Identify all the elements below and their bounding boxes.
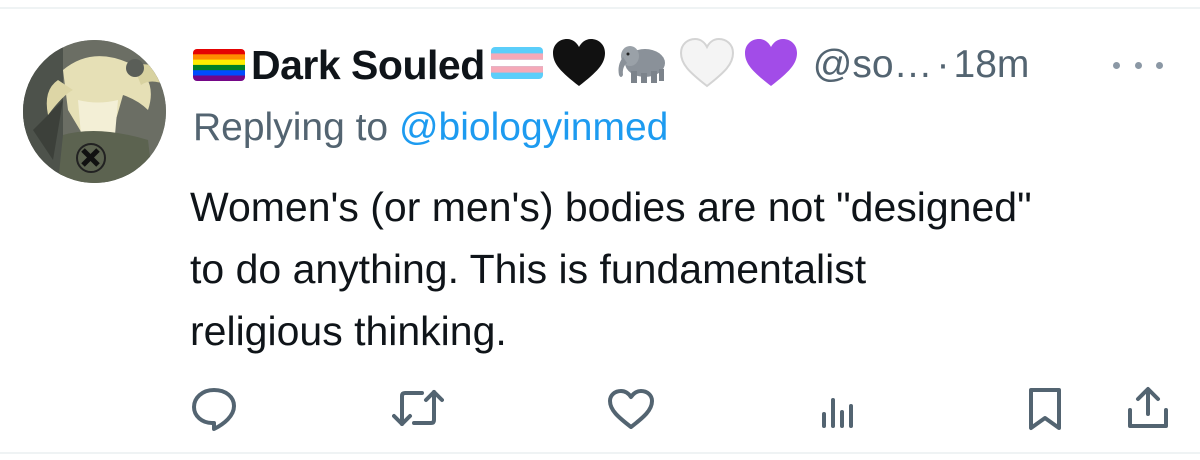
share-icon[interactable]: [1125, 384, 1171, 432]
bottom-divider: [0, 452, 1200, 454]
elephant-icon: [615, 41, 671, 90]
more-options-icon[interactable]: [1113, 58, 1163, 72]
header-separator: ·: [936, 43, 950, 86]
rainbow-flag-icon: [193, 49, 245, 81]
timestamp[interactable]: 18m: [954, 43, 1030, 87]
trans-flag-icon: [490, 46, 543, 84]
repost-icon[interactable]: [392, 388, 444, 428]
bookmark-icon[interactable]: [1025, 386, 1065, 432]
tweet[interactable]: Dark Souled @so… · 18m Replying to @biol…: [0, 0, 1200, 460]
avatar[interactable]: [23, 40, 166, 183]
display-name[interactable]: Dark Souled: [251, 42, 485, 89]
replying-to-label: Replying to: [193, 106, 399, 149]
like-icon[interactable]: [606, 387, 656, 431]
purple-heart-icon: [743, 38, 799, 93]
white-heart-icon: [679, 37, 735, 93]
tweet-text-line: Women's (or men's) bodies are not "desig…: [190, 184, 1032, 230]
replying-to: Replying to @biologyinmed: [193, 106, 668, 150]
user-handle[interactable]: @so…: [813, 43, 933, 87]
tweet-text-line: to do anything. This is fundamentalist: [190, 246, 867, 292]
replying-to-link[interactable]: @biologyinmed: [399, 106, 668, 149]
tweet-text: Women's (or men's) bodies are not "desig…: [190, 176, 1175, 362]
top-divider: [0, 7, 1200, 9]
reply-icon[interactable]: [190, 386, 238, 432]
tweet-header: Dark Souled @so… · 18m: [193, 37, 1030, 93]
black-heart-icon: [551, 38, 607, 93]
views-icon[interactable]: [818, 390, 858, 430]
name-emoji-badges: [489, 37, 807, 93]
tweet-text-line: religious thinking.: [190, 308, 507, 354]
avatar-image: [23, 40, 166, 183]
